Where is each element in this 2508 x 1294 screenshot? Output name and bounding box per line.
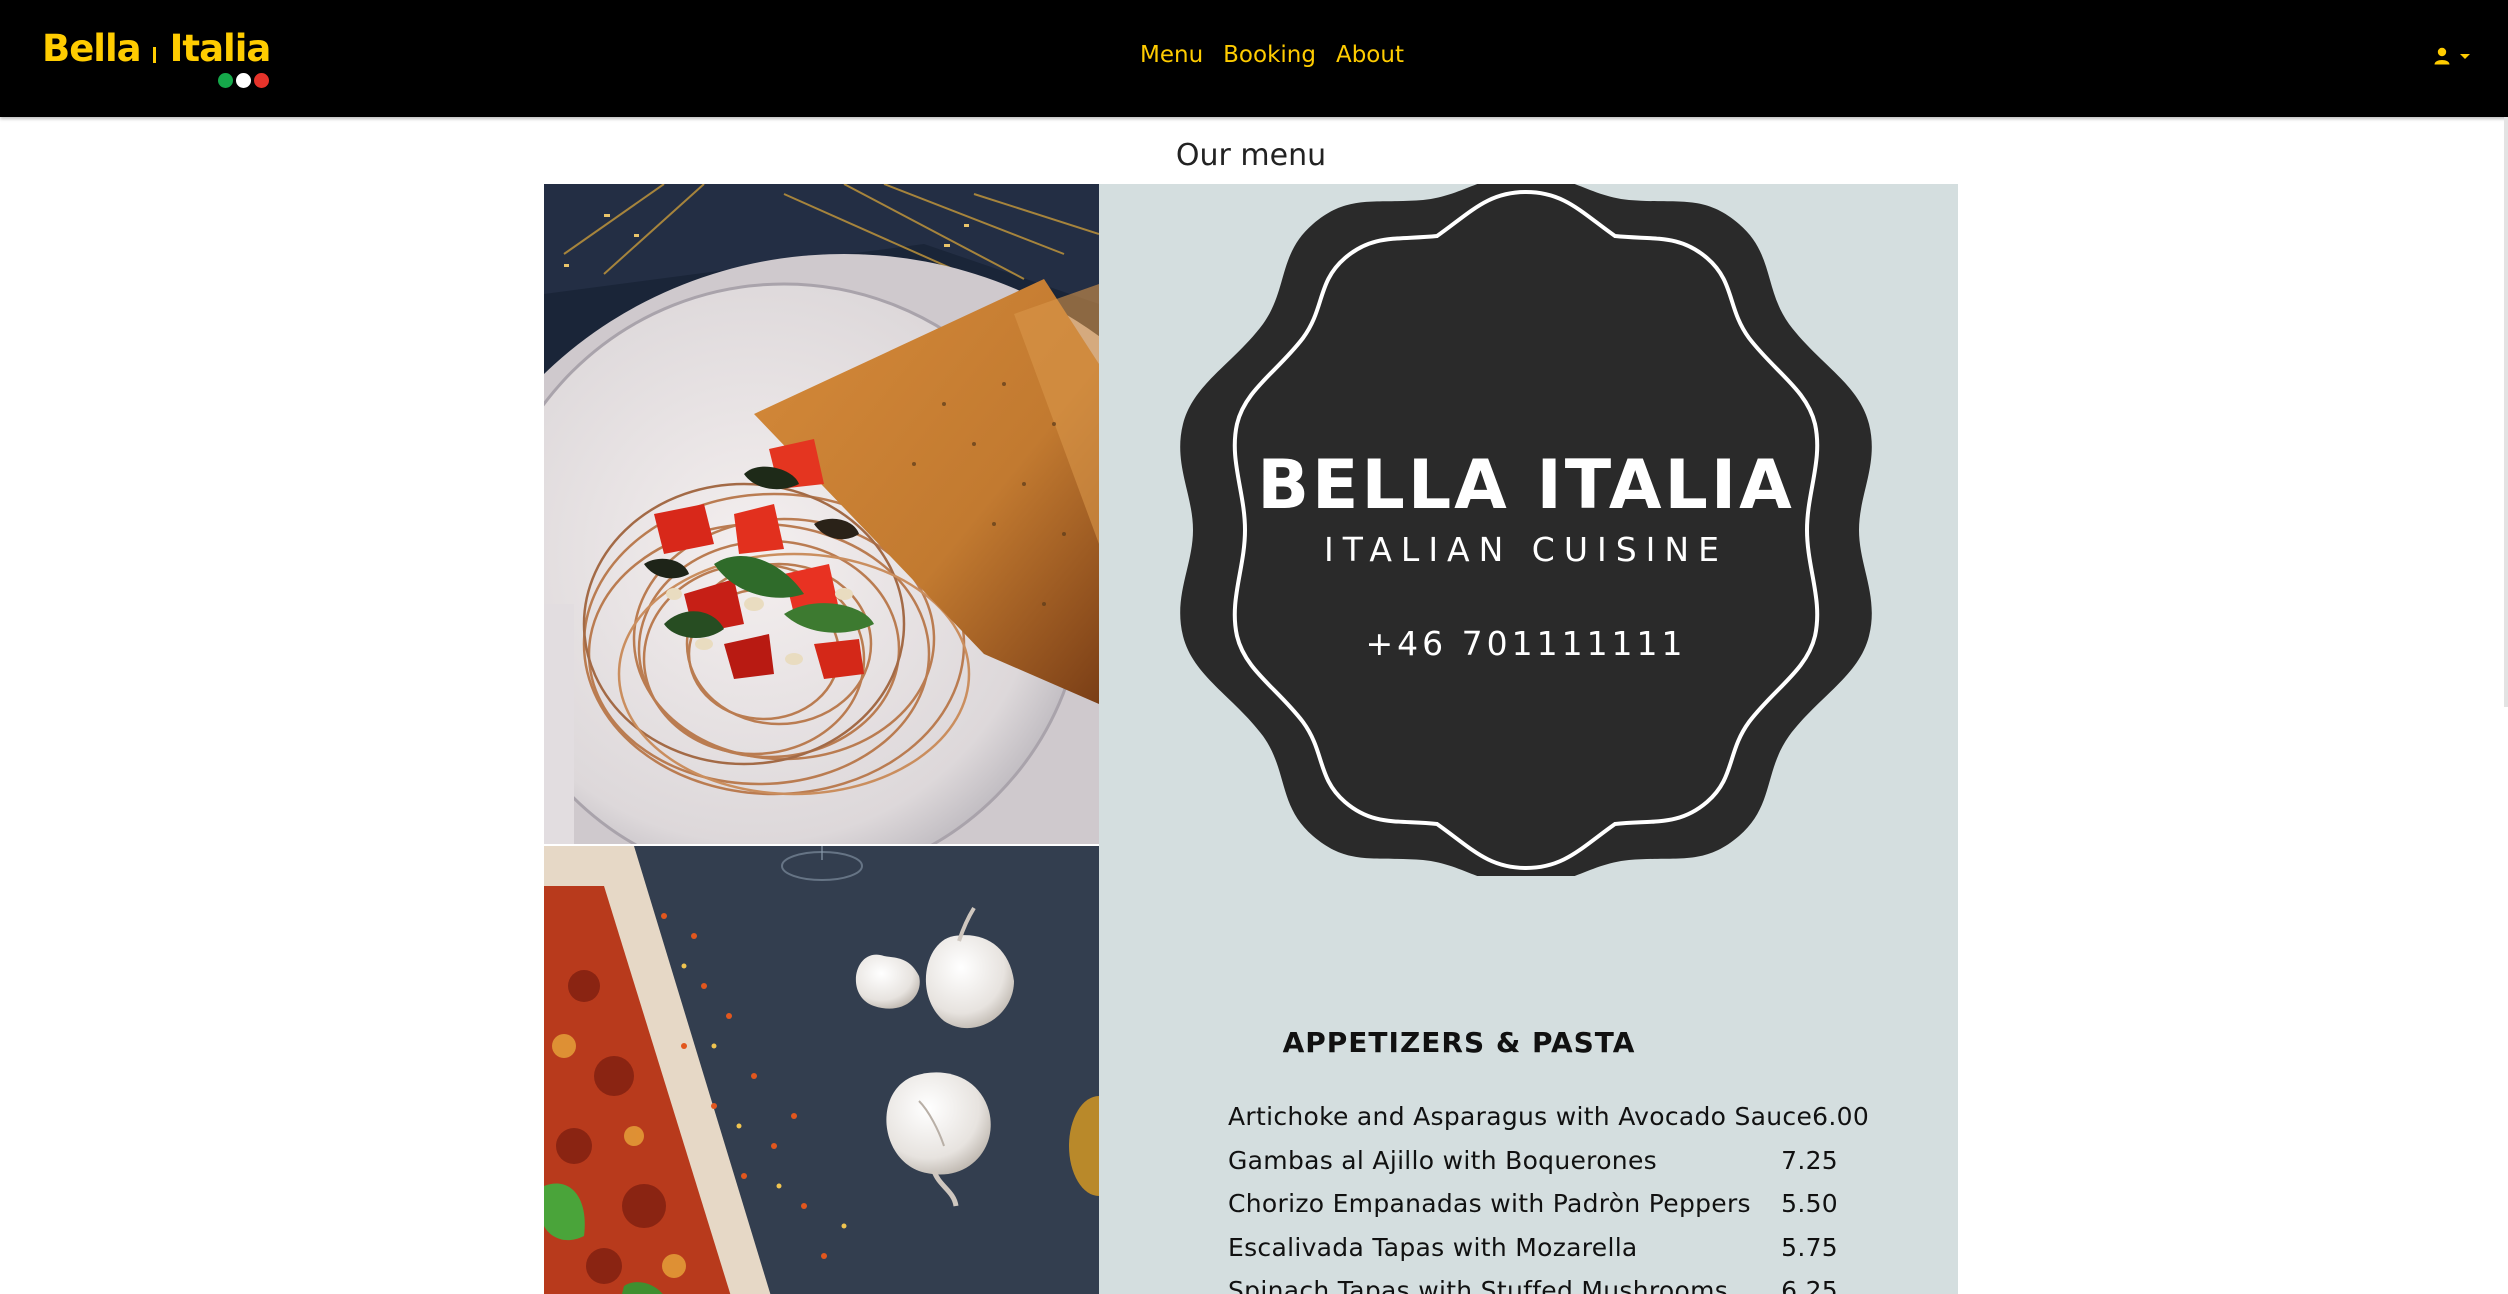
menu-item: Spinach Tapas with Stuffed Mushrooms 6.2… — [1228, 1269, 1838, 1294]
chevron-down-icon — [2460, 53, 2470, 59]
menu-item: Chorizo Empanadas with Padròn Peppers 5.… — [1228, 1182, 1838, 1226]
menu-item-name: Escalivada Tapas with Mozarella — [1228, 1232, 1638, 1262]
green-dot — [218, 73, 233, 88]
top-navbar: Bella Italia Menu Booking About — [0, 0, 2508, 117]
menu-item-name: Artichoke and Asparagus with Avocado Sau… — [1228, 1102, 1813, 1131]
spaghetti-with-garlic-bread-photo — [544, 184, 1099, 844]
nav-item-about[interactable]: About — [1336, 42, 1404, 68]
menu-panel: BELLA ITALIA ITALIAN CUISINE +46 7011111… — [1099, 184, 1958, 1294]
badge-restaurant-name: BELLA ITALIA — [1257, 446, 1795, 525]
menu-item-name: Gambas al Ajillo with Boquerones — [1228, 1145, 1657, 1175]
nav-links: Menu Booking About — [1140, 42, 1404, 68]
brand-name-left: Bella — [42, 27, 142, 70]
user-menu-dropdown[interactable] — [2434, 47, 2470, 65]
white-dot — [236, 73, 251, 88]
user-icon — [2434, 47, 2450, 65]
menu-item-price: 6.00 — [1812, 1102, 1870, 1131]
menu-item: Artichoke and Asparagus with Avocado Sau… — [1228, 1095, 1869, 1139]
menu-item-name: Chorizo Empanadas with Padròn Peppers — [1228, 1189, 1751, 1218]
menu-item-name: Spinach Tapas with Stuffed Mushrooms — [1228, 1276, 1729, 1294]
menu-item-price: 6.25 — [1781, 1276, 1838, 1294]
red-dot — [254, 73, 269, 88]
brand-separator — [152, 46, 156, 63]
brand-logo[interactable]: Bella Italia — [42, 27, 272, 90]
page-title: Our menu — [1175, 138, 1327, 173]
menu-board: BELLA ITALIA ITALIAN CUISINE +46 7011111… — [544, 184, 1958, 1294]
menu-item-price: 5.50 — [1781, 1189, 1838, 1218]
brand-name-right: Italia — [169, 27, 272, 70]
badge-subtitle: ITALIAN CUISINE — [1324, 530, 1728, 569]
pizza-with-garlic-photo — [544, 846, 1099, 1294]
menu-item-list: Artichoke and Asparagus with Avocado Sau… — [1228, 1095, 1869, 1294]
menu-item-price: 5.75 — [1781, 1232, 1838, 1262]
nav-item-booking[interactable]: Booking — [1223, 42, 1316, 68]
nav-item-menu[interactable]: Menu — [1140, 42, 1203, 68]
section-title: APPETIZERS & PASTA — [1282, 1026, 1636, 1059]
badge-phone-number: +46 701111111 — [1365, 624, 1687, 663]
scrollbar-track[interactable] — [2504, 117, 2508, 707]
menu-item: Gambas al Ajillo with Boquerones 7.25 — [1228, 1139, 1838, 1183]
italian-flag-dots — [218, 73, 269, 88]
menu-item: Escalivada Tapas with Mozarella 5.75 — [1228, 1226, 1838, 1270]
menu-item-price: 7.25 — [1781, 1145, 1838, 1175]
